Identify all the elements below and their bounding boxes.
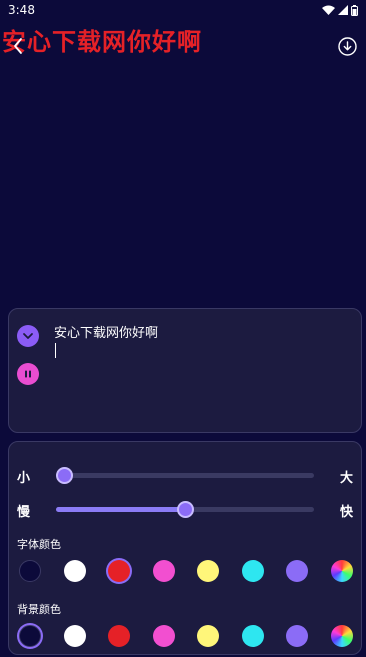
marquee-text-input[interactable]: 安心下载网你好啊 bbox=[54, 326, 344, 366]
text-input-panel: 安心下载网你好啊 bbox=[8, 308, 362, 433]
battery-icon bbox=[351, 4, 358, 16]
bg-color-swatch-5[interactable] bbox=[241, 625, 264, 647]
status-time: 3:48 bbox=[8, 3, 35, 17]
bg-color-label: 背景颜色 bbox=[17, 603, 61, 616]
speed-min-label: 慢 bbox=[17, 505, 31, 520]
status-icons bbox=[322, 4, 358, 16]
download-circle-icon bbox=[338, 37, 357, 56]
font-color-swatch-0[interactable] bbox=[19, 560, 41, 582]
text-caret bbox=[55, 343, 56, 358]
back-button[interactable] bbox=[8, 36, 28, 56]
size-slider[interactable] bbox=[56, 467, 314, 484]
speed-slider-thumb[interactable] bbox=[176, 501, 194, 518]
bg-color-swatch-3[interactable] bbox=[152, 625, 175, 647]
collapse-button[interactable] bbox=[17, 325, 39, 347]
bg-color-swatch-0[interactable] bbox=[19, 625, 41, 647]
font-color-swatch-2[interactable] bbox=[108, 560, 130, 582]
size-max-label: 大 bbox=[339, 471, 353, 486]
pause-button[interactable] bbox=[17, 363, 39, 385]
bg-color-swatch-1[interactable] bbox=[63, 625, 86, 647]
signal-icon bbox=[338, 5, 348, 15]
font-color-swatch-3[interactable] bbox=[152, 560, 175, 582]
bg-color-swatch-4[interactable] bbox=[197, 625, 219, 647]
font-color-swatch-7[interactable] bbox=[330, 560, 353, 582]
pause-icon bbox=[25, 370, 31, 378]
font-color-swatch-4[interactable] bbox=[197, 560, 219, 582]
font-color-swatch-1[interactable] bbox=[63, 560, 86, 582]
size-min-label: 小 bbox=[17, 471, 31, 486]
status-bar: 3:48 bbox=[0, 0, 366, 20]
font-color-swatch-6[interactable] bbox=[286, 560, 308, 582]
chevron-left-icon bbox=[14, 38, 22, 54]
size-slider-thumb[interactable] bbox=[56, 467, 73, 484]
wifi-icon bbox=[322, 5, 335, 15]
speed-slider-fill bbox=[56, 507, 185, 512]
speed-slider[interactable] bbox=[56, 501, 314, 518]
bg-color-swatch-7[interactable] bbox=[330, 625, 353, 647]
settings-panel: 小 大 慢 快 字体颜色 背景颜色 bbox=[8, 441, 362, 655]
chevron-down-icon bbox=[23, 333, 33, 339]
marquee-display-text: 安心下载网你好啊 bbox=[2, 28, 202, 56]
font-color-label: 字体颜色 bbox=[17, 538, 61, 551]
bg-color-swatches bbox=[19, 625, 353, 647]
bg-color-swatch-2[interactable] bbox=[108, 625, 130, 647]
speed-max-label: 快 bbox=[339, 505, 353, 520]
bg-color-swatch-6[interactable] bbox=[286, 625, 308, 647]
font-color-swatch-5[interactable] bbox=[241, 560, 264, 582]
download-button[interactable] bbox=[338, 37, 357, 56]
font-color-swatches bbox=[19, 560, 353, 582]
